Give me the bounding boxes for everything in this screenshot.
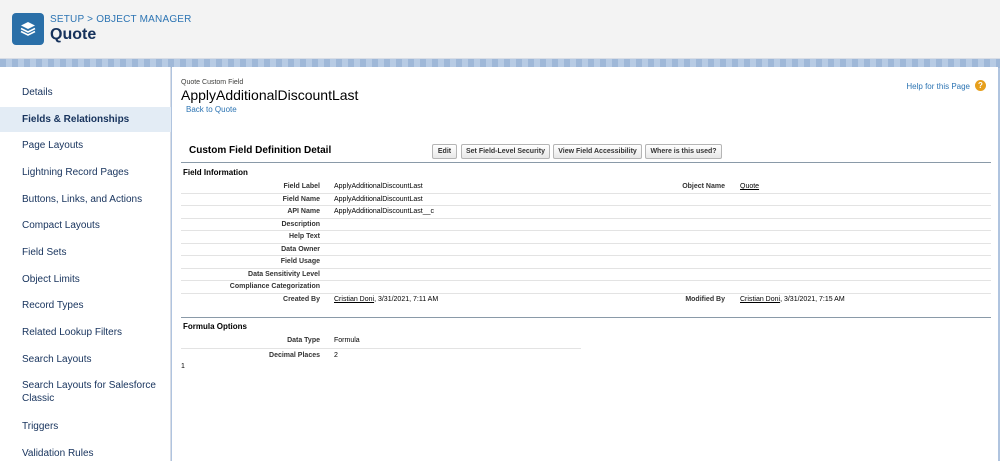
where-is-this-used-button[interactable]: Where is this used? (645, 144, 722, 159)
sidebar-item-fields-relationships[interactable]: Fields & Relationships (0, 107, 171, 132)
field-label-label: Field Label (283, 183, 320, 190)
sidebar-item-record-types[interactable]: Record Types (0, 299, 171, 312)
data-owner-label: Data Owner (281, 246, 320, 253)
row-divider (181, 293, 991, 294)
api-name-value: ApplyAdditionalDiscountLast__c (334, 208, 435, 215)
sidebar: Details Fields & Relationships Page Layo… (0, 67, 171, 461)
modified-by-user-link[interactable]: Cristian Doni (740, 296, 780, 303)
data-type-value: Formula (334, 337, 360, 344)
main-panel: Quote Custom Field ApplyAdditionalDiscou… (172, 67, 998, 461)
breadcrumb-separator: > (87, 14, 94, 25)
row-divider (181, 230, 991, 231)
page-header: SETUP > OBJECT MANAGER Quote (0, 0, 1000, 59)
row-divider (181, 280, 991, 281)
layers-icon (12, 13, 44, 45)
decimal-places-label: Decimal Places (269, 352, 320, 359)
decimal-places-value: 2 (334, 352, 338, 359)
sidebar-item-buttons-links-actions[interactable]: Buttons, Links, and Actions (0, 193, 171, 206)
description-label: Description (281, 221, 320, 228)
row-divider (181, 243, 991, 244)
sidebar-item-object-limits[interactable]: Object Limits (0, 273, 171, 286)
view-field-accessibility-button[interactable]: View Field Accessibility (553, 144, 642, 159)
sidebar-item-compact-layouts[interactable]: Compact Layouts (0, 219, 171, 232)
sidebar-item-details[interactable]: Details (0, 86, 171, 99)
detail-title: Custom Field Definition Detail (189, 145, 332, 156)
breadcrumb: SETUP > OBJECT MANAGER (50, 14, 192, 25)
sidebar-item-triggers[interactable]: Triggers (0, 420, 171, 433)
sidebar-item-field-sets[interactable]: Field Sets (0, 246, 171, 259)
object-type-label: Quote Custom Field (181, 79, 244, 86)
sidebar-item-page-layouts[interactable]: Page Layouts (0, 139, 171, 152)
object-name-label: Object Name (682, 183, 725, 190)
field-name-label: Field Name (282, 196, 320, 203)
data-type-label: Data Type (287, 337, 320, 344)
row-divider (181, 255, 991, 256)
help-for-page-link[interactable]: Help for this Page (906, 82, 970, 91)
help-text-label: Help Text (289, 233, 320, 240)
help-icon[interactable]: ? (975, 80, 986, 91)
compliance-categorization-label: Compliance Categorization (229, 283, 320, 290)
row-divider (181, 348, 581, 349)
sidebar-item-lightning-record-pages[interactable]: Lightning Record Pages (0, 166, 171, 179)
field-title: ApplyAdditionalDiscountLast (181, 87, 359, 103)
created-by-user-link[interactable]: Cristian Doni (334, 296, 374, 303)
row-divider (181, 205, 991, 206)
page-title: Quote (50, 26, 97, 43)
modified-by-label: Modified By (685, 296, 725, 303)
modified-by-date: , 3/31/2021, 7:15 AM (780, 296, 845, 303)
api-name-label: API Name (287, 208, 320, 215)
section-divider (181, 162, 991, 163)
row-divider (181, 218, 991, 219)
field-label-value: ApplyAdditionalDiscountLast (334, 183, 423, 190)
field-information-heading: Field Information (183, 168, 248, 177)
created-by-value: Cristian Doni, 3/31/2021, 7:11 AM (334, 296, 438, 303)
sidebar-item-search-layouts-classic[interactable]: Search Layouts for Salesforce Classic (0, 379, 160, 405)
object-name-link[interactable]: Quote (740, 183, 759, 190)
field-name-value: ApplyAdditionalDiscountLast (334, 196, 423, 203)
sidebar-item-related-lookup-filters[interactable]: Related Lookup Filters (0, 326, 171, 339)
created-by-label: Created By (283, 296, 320, 303)
sidebar-item-validation-rules[interactable]: Validation Rules (0, 447, 171, 460)
section-divider (181, 317, 991, 318)
data-sensitivity-label: Data Sensitivity Level (248, 271, 320, 278)
set-field-level-security-button[interactable]: Set Field-Level Security (461, 144, 550, 159)
row-divider (181, 268, 991, 269)
breadcrumb-setup[interactable]: SETUP (50, 14, 84, 25)
stray-value: 1 (181, 363, 185, 370)
breadcrumb-object-manager[interactable]: OBJECT MANAGER (96, 14, 191, 25)
back-to-quote-link[interactable]: Back to Quote (186, 105, 237, 114)
formula-options-heading: Formula Options (183, 322, 247, 331)
edit-button[interactable]: Edit (432, 144, 457, 159)
created-by-date: , 3/31/2021, 7:11 AM (374, 296, 439, 303)
modified-by-value: Cristian Doni, 3/31/2021, 7:15 AM (740, 296, 845, 303)
field-usage-label: Field Usage (280, 258, 320, 265)
sidebar-item-search-layouts[interactable]: Search Layouts (0, 353, 171, 366)
row-divider (181, 193, 991, 194)
